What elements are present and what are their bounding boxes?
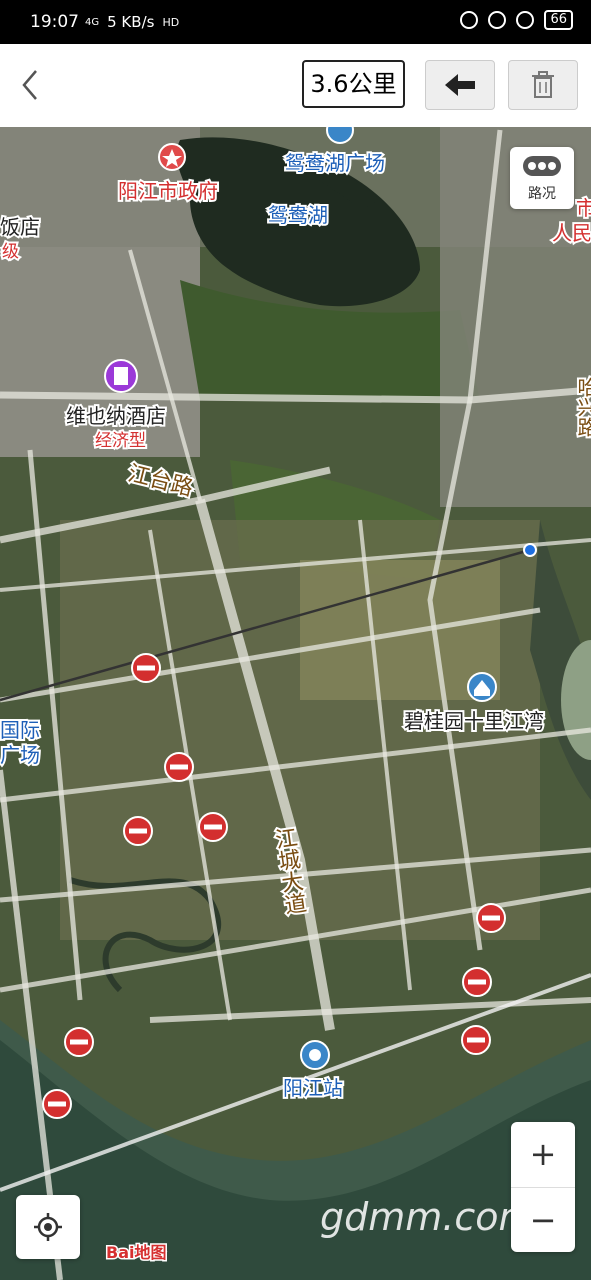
baidu-logo: Bai地图: [104, 1239, 168, 1264]
label-level-left: 级: [0, 240, 21, 264]
label-hotel-left: 饭店: [0, 213, 42, 241]
satellite-map[interactable]: 鸳鸯湖广场 鸳鸯湖 阳江市政府 饭店 级 维也纳酒店 经济型 江台路 江城大道 …: [0, 127, 591, 1280]
watermark: gdmm.com: [320, 1195, 536, 1239]
distance-display: 3.6公里: [302, 60, 405, 108]
locate-icon: [34, 1213, 62, 1241]
status-hd: HD: [162, 15, 180, 29]
zoom-in-button[interactable]: +: [511, 1122, 575, 1188]
traffic-label: 路况: [528, 186, 556, 202]
arrow-left-icon: [445, 74, 475, 96]
label-right-people: 人民: [550, 219, 591, 247]
location-icon: [488, 11, 507, 29]
status-network: 5 KB/s: [107, 13, 155, 31]
map-imagery: [0, 127, 591, 1280]
undo-button[interactable]: [425, 60, 495, 110]
label-guangchang: 广场: [0, 741, 42, 769]
label-right-road: 哈兴路: [572, 375, 591, 439]
battery-indicator: 66: [544, 10, 573, 30]
label-biguiyuan: 碧桂园十里江湾: [402, 707, 546, 735]
chevron-left-icon: [22, 70, 37, 100]
label-hotel-type: 经济型: [93, 429, 148, 453]
trash-icon: [532, 71, 554, 98]
status-time: 19:07: [30, 12, 79, 32]
delete-button[interactable]: [508, 60, 578, 110]
locate-button[interactable]: [16, 1195, 80, 1259]
status-bar: 19:07 4G 5 KB/s HD 66: [0, 0, 591, 44]
park-icon: [326, 127, 354, 144]
status-signal: 4G: [85, 16, 100, 28]
lock-icon: [460, 11, 479, 29]
top-toolbar: 3.6公里: [0, 44, 591, 127]
label-yanyang-park: 鸳鸯湖广场: [283, 149, 387, 177]
label-yanyang-lake: 鸳鸯湖: [266, 201, 330, 229]
baidu-logo-text: Bai地图: [104, 1242, 168, 1264]
back-button[interactable]: [20, 68, 40, 108]
label-gov: 阳江市政府: [116, 177, 220, 205]
traffic-button[interactable]: 路况: [510, 147, 574, 209]
label-station: 阳江站: [281, 1074, 345, 1102]
alarm-icon: [516, 11, 535, 29]
label-hotel: 维也纳酒店: [64, 402, 168, 430]
traffic-icon: [523, 156, 561, 176]
